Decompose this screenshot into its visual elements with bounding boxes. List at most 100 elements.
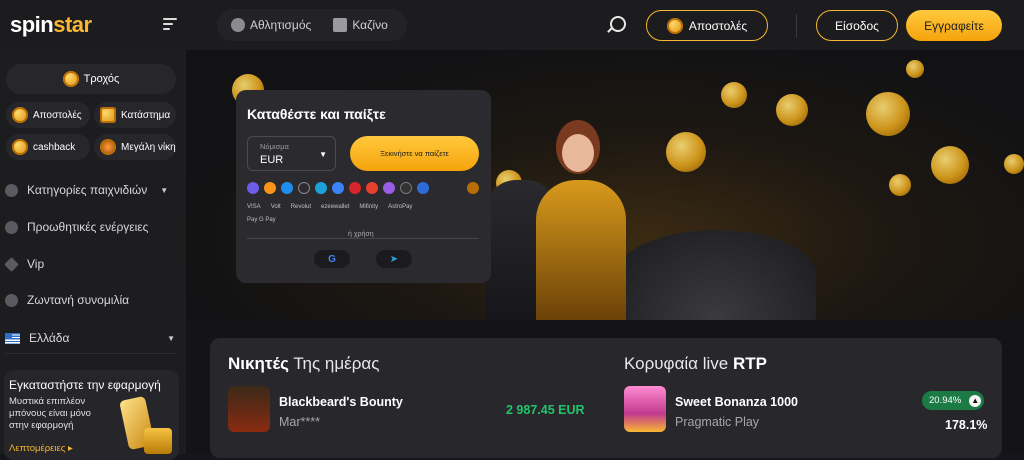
mifinity-icon: Mifinity bbox=[359, 204, 379, 210]
near-icon bbox=[400, 182, 412, 194]
woman-illustration bbox=[526, 120, 636, 320]
nav-sports-label: Αθλητισμός bbox=[250, 18, 312, 32]
spinstar-logo[interactable]: spinstar bbox=[10, 12, 92, 38]
volt-icon: Volt bbox=[270, 204, 281, 210]
sidebar-item-label: Προωθητικές ενέργειες bbox=[27, 220, 149, 234]
logo-text-spin: spin bbox=[10, 12, 54, 37]
deposit-card: Καταθέστε και παίξτε Νόμισμα EUR ▼ Ξεκιν… bbox=[236, 90, 491, 283]
avalanche-icon bbox=[366, 182, 378, 194]
sidebar-item-game-categories[interactable]: Κατηγορίες παιχνιδιών ▼ bbox=[5, 180, 168, 200]
bitcoin-icon bbox=[264, 182, 276, 194]
sidebar-missions-label: Αποστολές bbox=[33, 109, 82, 121]
install-app-banner[interactable]: Εγκαταστήστε την εφαρμογή Μυστικά επιπλέ… bbox=[4, 370, 179, 460]
sidebar-shop-label: Κατάστημα bbox=[121, 109, 171, 121]
top-nav: Αθλητισμός Καζίνο bbox=[217, 9, 407, 41]
telegram-icon: ➤ bbox=[389, 253, 399, 265]
euro-icon bbox=[247, 182, 259, 194]
rtp-change-badge: 20.94% ▲ bbox=[922, 391, 984, 410]
rtp-provider: Pragmatic Play bbox=[675, 415, 760, 429]
rtp-title-rest: Κορυφαία live bbox=[624, 354, 733, 373]
coin-decoration bbox=[1004, 154, 1024, 174]
search-icon[interactable] bbox=[610, 16, 626, 32]
gift-icon bbox=[5, 220, 18, 234]
polygon-icon bbox=[383, 182, 395, 194]
google-login-button[interactable]: G bbox=[314, 250, 350, 268]
coin-decoration bbox=[889, 174, 911, 196]
wheel-icon bbox=[62, 71, 79, 87]
install-app-details-link[interactable]: Λεπτομέρειες ▸ bbox=[9, 443, 73, 454]
missions-label: Αποστολές bbox=[688, 18, 748, 33]
sidebar-missions-button[interactable]: Αποστολές bbox=[6, 102, 90, 128]
currency-value: EUR bbox=[260, 154, 284, 166]
astropay-icon: AstroPay bbox=[388, 204, 413, 210]
winner-username: Mar**** bbox=[279, 415, 320, 429]
sidebar-shop-button[interactable]: Κατάστημα bbox=[94, 102, 176, 128]
winner-amount: 2 987.45 EUR bbox=[506, 403, 585, 417]
chevron-down-icon: ▼ bbox=[160, 185, 169, 195]
nav-casino[interactable]: Καζίνο bbox=[333, 18, 388, 32]
arrow-up-icon: ▲ bbox=[969, 394, 982, 407]
chevron-down-icon: ▼ bbox=[167, 333, 175, 343]
coins-illustration bbox=[144, 428, 172, 454]
coin-decoration bbox=[666, 132, 706, 172]
register-button[interactable]: Εγγραφείτε bbox=[906, 10, 1002, 41]
nav-casino-label: Καζίνο bbox=[352, 18, 388, 32]
wheel-button[interactable]: Τροχός bbox=[6, 64, 176, 94]
winners-title-rest: Της ημέρας bbox=[288, 354, 380, 373]
visa-mastercard-icon: VISA bbox=[247, 204, 261, 210]
deposit-title: Καταθέστε και παίξτε bbox=[247, 106, 386, 122]
rtp-change-value: 20.94% bbox=[929, 395, 962, 406]
slot-machine-icon bbox=[333, 18, 348, 32]
greece-flag-icon bbox=[5, 332, 20, 344]
or-use-label: ή χρήση bbox=[342, 231, 380, 238]
winner-game-title[interactable]: Blackbeard's Bounty bbox=[279, 395, 403, 409]
login-button[interactable]: Είσοδος bbox=[816, 10, 898, 41]
install-app-title: Εγκαταστήστε την εφαρμογή bbox=[9, 378, 161, 392]
start-playing-button[interactable]: Ξεκινήστε να παίζετε bbox=[350, 136, 479, 171]
language-selector[interactable]: Ελλάδα ▼ bbox=[5, 328, 175, 348]
sidebar-item-promotions[interactable]: Προωθητικές ενέργειες bbox=[5, 217, 148, 237]
stellar-icon bbox=[298, 182, 310, 194]
revolut-icon: Revolut bbox=[290, 204, 312, 210]
currency-select[interactable]: Νόμισμα EUR ▼ bbox=[247, 136, 336, 171]
hero-banner[interactable]: Καταθέστε και παίξτε Νόμισμα EUR ▼ Ξεκιν… bbox=[186, 50, 1024, 320]
sidebar-bigwin-button[interactable]: Μεγάλη νίκη bbox=[94, 134, 176, 160]
chest-icon bbox=[100, 107, 116, 123]
rtp-value: 178.1% bbox=[945, 418, 988, 432]
winners-title: Νικητές Της ημέρας bbox=[228, 354, 379, 374]
token-icon bbox=[467, 182, 479, 194]
main-content: Καταθέστε και παίξτε Νόμισμα EUR ▼ Ξεκιν… bbox=[186, 50, 1024, 458]
rtp-game-title[interactable]: Sweet Bonanza 1000 bbox=[675, 395, 798, 409]
divider-line bbox=[247, 238, 479, 239]
ethereum-icon bbox=[332, 182, 344, 194]
logo-text-star: star bbox=[53, 12, 92, 37]
coin-decoration bbox=[906, 60, 924, 78]
chat-icon bbox=[5, 293, 18, 307]
menu-toggle-icon[interactable] bbox=[163, 18, 177, 30]
wheel-label: Τροχός bbox=[83, 73, 120, 85]
sidebar-cashback-label: cashback bbox=[33, 141, 76, 153]
dash-icon bbox=[281, 182, 293, 194]
header-divider bbox=[796, 14, 797, 38]
coin-decoration bbox=[866, 92, 910, 136]
coin-decoration bbox=[776, 94, 808, 126]
chevron-down-icon: ▼ bbox=[319, 150, 327, 159]
blackbeards-bounty-thumbnail[interactable] bbox=[228, 386, 270, 432]
missions-button[interactable]: Αποστολές bbox=[646, 10, 768, 41]
sidebar: Τροχός Αποστολές Κατάστημα cashback Μεγά… bbox=[0, 50, 186, 460]
coin-icon bbox=[12, 107, 28, 123]
crypto-icons bbox=[247, 182, 429, 194]
coin-icon bbox=[666, 17, 683, 34]
sidebar-cashback-button[interactable]: cashback bbox=[6, 134, 90, 160]
sidebar-item-live-chat[interactable]: Ζωντανή συνομιλία bbox=[5, 290, 129, 310]
nav-sports[interactable]: Αθλητισμός bbox=[231, 18, 311, 32]
cashback-icon bbox=[12, 139, 28, 155]
sidebar-item-vip[interactable]: Vip bbox=[4, 254, 44, 274]
bigwin-icon bbox=[100, 139, 116, 155]
telegram-login-button[interactable]: ➤ bbox=[376, 250, 412, 268]
dice-icon bbox=[5, 183, 18, 197]
sidebar-item-label: Ζωντανή συνομιλία bbox=[27, 293, 130, 307]
sweet-bonanza-thumbnail[interactable] bbox=[624, 386, 666, 432]
roulette-wheel-illustration bbox=[616, 230, 816, 320]
apple-google-pay-icon: Pay G Pay bbox=[247, 217, 276, 223]
